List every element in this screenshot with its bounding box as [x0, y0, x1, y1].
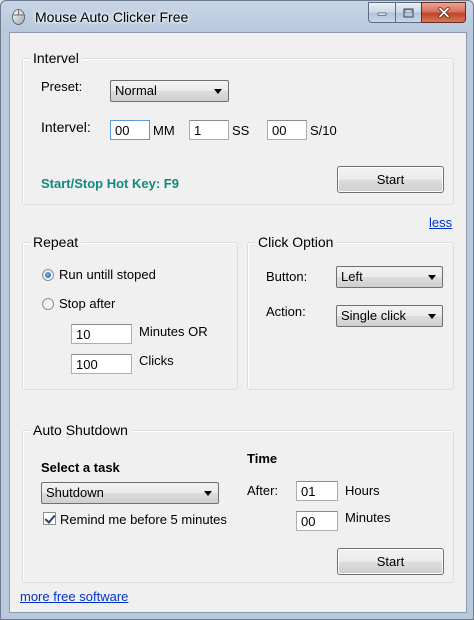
minutes-or-label: Minutes OR: [139, 324, 208, 339]
maximize-icon: [403, 8, 414, 17]
clicks-label: Clicks: [139, 353, 174, 368]
chevron-down-icon: [428, 275, 436, 280]
interval-group: Intervel Preset: Normal Intervel: 00 MM …: [22, 50, 454, 205]
preset-select[interactable]: Normal: [110, 80, 229, 102]
interval-start-button[interactable]: Start: [337, 166, 444, 193]
hours-label: Hours: [345, 483, 380, 498]
mm-unit-label: MM: [153, 123, 175, 138]
run-until-stopped-label[interactable]: Run untill stoped: [59, 267, 156, 282]
chevron-down-icon: [214, 89, 222, 94]
window-title: Mouse Auto Clicker Free: [35, 9, 189, 25]
after-label: After:: [247, 483, 279, 498]
tenths-interval-input[interactable]: 00: [267, 120, 307, 140]
stop-after-label[interactable]: Stop after: [59, 296, 115, 311]
title-bar[interactable]: Mouse Auto Clicker Free: [1, 1, 473, 32]
repeat-group-title: Repeat: [30, 234, 82, 250]
hotkey-text: Start/Stop Hot Key: F9: [41, 176, 179, 191]
shutdown-task-select-value: Shutdown: [46, 485, 104, 500]
shutdown-hours-input[interactable]: 01: [296, 481, 338, 501]
stop-after-radio[interactable]: [42, 298, 54, 310]
interval-group-title: Intervel: [30, 50, 82, 66]
click-option-group-title: Click Option: [255, 234, 337, 250]
time-label: Time: [247, 451, 278, 466]
auto-shutdown-group-title: Auto Shutdown: [30, 422, 131, 438]
remind-checkbox[interactable]: [43, 512, 56, 525]
minutes-interval-input[interactable]: 00: [110, 120, 150, 140]
preset-select-value: Normal: [115, 83, 157, 98]
mouse-button-select-value: Left: [341, 269, 363, 284]
click-option-group: Click Option Button: Left Action: Single…: [247, 234, 454, 390]
repeat-group: Repeat Run untill stoped Stop after 10 M…: [22, 234, 238, 390]
click-action-select-value: Single click: [341, 308, 407, 323]
auto-shutdown-group: Auto Shutdown Select a task Shutdown Rem…: [22, 422, 454, 583]
minimize-button[interactable]: [368, 2, 395, 23]
shutdown-task-select[interactable]: Shutdown: [41, 482, 219, 504]
client-area: Intervel Preset: Normal Intervel: 00 MM …: [9, 32, 467, 613]
preset-label: Preset:: [41, 79, 83, 94]
maximize-button[interactable]: [395, 2, 421, 23]
more-free-software-link[interactable]: more free software: [20, 589, 128, 604]
less-link[interactable]: less: [429, 215, 452, 230]
minutes-label: Minutes: [345, 510, 391, 525]
button-label: Button:: [266, 269, 308, 284]
select-task-label: Select a task: [41, 460, 120, 475]
shutdown-minutes-input[interactable]: 00: [296, 511, 338, 531]
mouse-cursor-icon: [12, 9, 25, 25]
s10-unit-label: S/10: [310, 123, 337, 138]
ss-unit-label: SS: [232, 123, 250, 138]
stop-after-minutes-input[interactable]: 10: [71, 324, 132, 344]
remind-label[interactable]: Remind me before 5 minutes: [60, 512, 227, 527]
interval-label: Intervel:: [41, 119, 91, 135]
close-button[interactable]: [421, 2, 466, 23]
action-label: Action:: [266, 304, 306, 319]
minimize-icon: [377, 12, 387, 16]
mouse-button-select[interactable]: Left: [336, 266, 443, 288]
run-until-stopped-radio[interactable]: [42, 269, 54, 281]
close-icon: [437, 7, 450, 18]
caption-buttons: [368, 2, 466, 23]
stop-after-clicks-input[interactable]: 100: [71, 354, 132, 374]
app-window: Mouse Auto Clicker Free Intervel Preset:…: [0, 0, 474, 620]
chevron-down-icon: [204, 491, 212, 496]
seconds-interval-input[interactable]: 1: [189, 120, 229, 140]
shutdown-start-button[interactable]: Start: [337, 548, 444, 575]
click-action-select[interactable]: Single click: [336, 305, 443, 327]
chevron-down-icon: [428, 314, 436, 319]
